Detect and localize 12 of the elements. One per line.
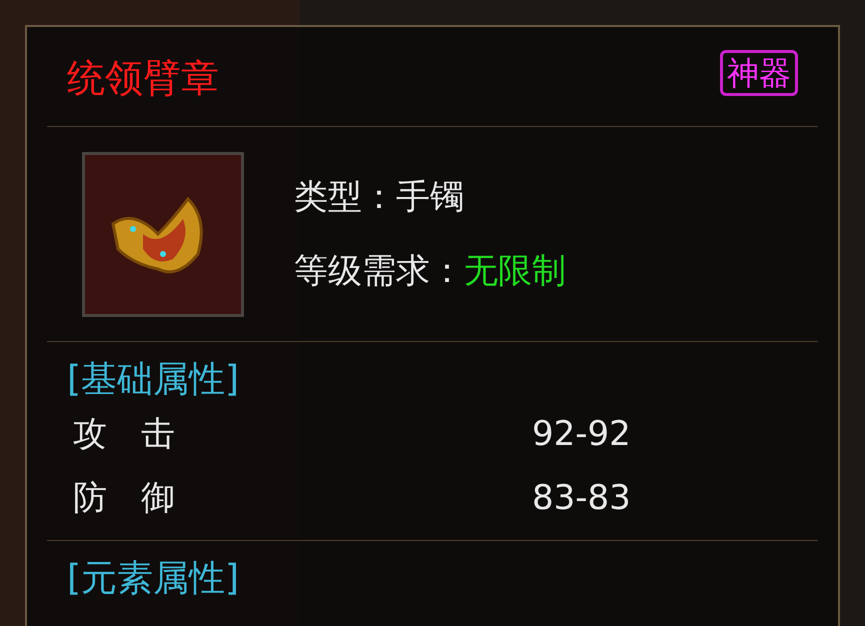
field-value: 无限制 [464, 254, 566, 288]
stat-name: 攻 击 [72, 412, 176, 456]
field-label: 类型： [294, 180, 396, 214]
stat-name: 防 御 [72, 476, 176, 520]
section-heading: [基础属性] [67, 358, 240, 402]
rarity-badge: 神器 [720, 50, 798, 96]
stat-value: 92-92 [532, 412, 631, 456]
item-name: 统领臂章 [67, 59, 219, 97]
stat-value: 83-83 [532, 476, 631, 520]
field-label: 等级需求： [294, 254, 464, 288]
field-value: 手镯 [396, 180, 464, 214]
section-heading: [元素属性] [67, 557, 240, 601]
